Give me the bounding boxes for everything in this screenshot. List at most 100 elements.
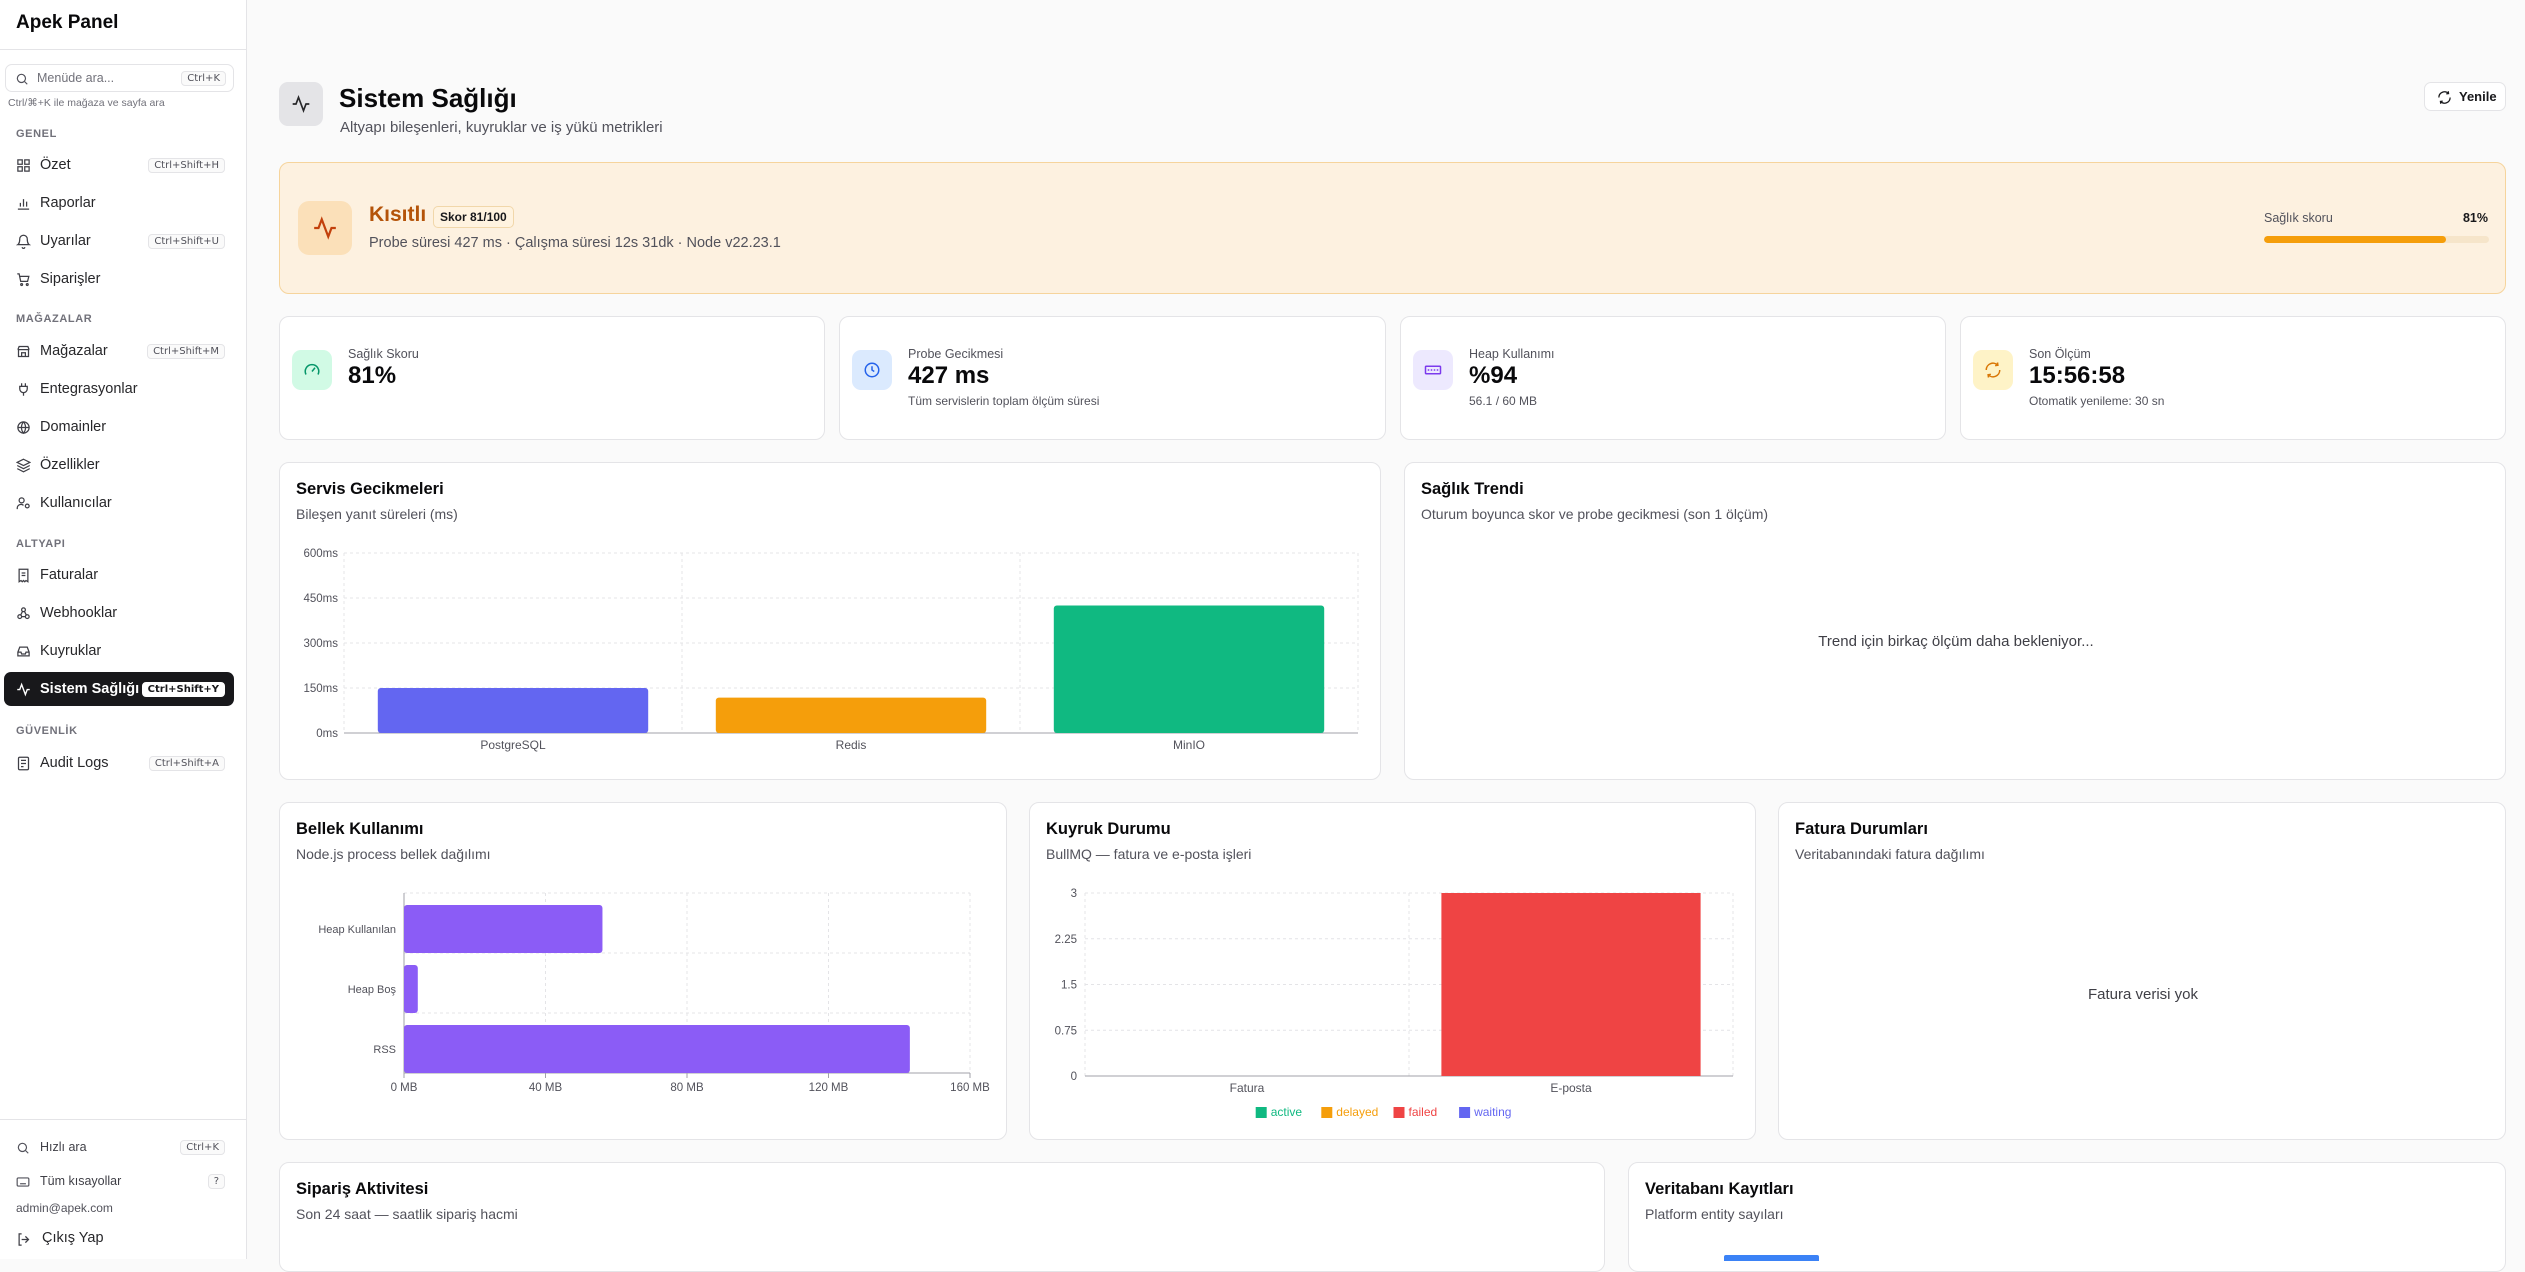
bar — [715, 697, 987, 733]
x-tick-label: 160 MB — [950, 1082, 990, 1094]
activity-icon — [314, 216, 336, 240]
bar — [1053, 605, 1325, 733]
refresh-icon — [1985, 362, 2001, 378]
y-tick-label: RSS — [373, 1044, 396, 1056]
sidebar-item-siparisler[interactable]: Siparişler — [4, 262, 234, 296]
y-tick-label: 600ms — [303, 548, 338, 560]
logout-button[interactable]: Çıkış Yap — [4, 1226, 234, 1252]
y-tick-label: 150ms — [303, 683, 338, 695]
x-tick-label: Fatura — [1230, 1081, 1265, 1095]
stat-icon-box — [1413, 350, 1453, 390]
sidebar-item-uyarilar[interactable]: Uyarılar Ctrl+Shift+U — [4, 224, 234, 258]
stat-value: 81% — [348, 362, 397, 389]
stat-card-heap: Heap Kullanımı %94 56.1 / 60 MB — [1400, 316, 1946, 440]
x-tick-label: PostgreSQL — [480, 738, 546, 752]
sidebar-item-label: Kuyruklar — [40, 643, 102, 659]
sidebar-item-entegrasyonlar[interactable]: Entegrasyonlar — [4, 372, 234, 406]
refresh-button[interactable]: Yenile — [2424, 82, 2506, 111]
quick-search-button[interactable]: Hızlı ara Ctrl+K — [4, 1135, 234, 1161]
sidebar-item-audit-logs[interactable]: Audit Logs Ctrl+Shift+A — [4, 746, 234, 780]
bar-segment — [1441, 893, 1701, 1076]
sidebar-item-label: Domainler — [40, 419, 107, 435]
sidebar-item-label: Raporlar — [40, 195, 96, 211]
x-tick-label: 0 MB — [391, 1082, 418, 1094]
y-tick-label: 0 — [1071, 1071, 1077, 1083]
store-icon — [17, 345, 30, 358]
search-shortcut: Ctrl+K — [181, 71, 226, 86]
sidebar-item-ozet[interactable]: Özet Ctrl+Shift+H — [4, 148, 234, 182]
invoice-empty-message: Fatura verisi yok — [2087, 986, 2199, 1003]
stat-card-health: Sağlık Skoru 81% — [279, 316, 825, 440]
card-queue-status: Kuyruk Durumu BullMQ — fatura ve e-posta… — [1029, 802, 1756, 1140]
sidebar-item-shortcut: Ctrl+Shift+U — [148, 234, 225, 249]
legend-label: active — [1271, 1105, 1303, 1119]
grid-icon — [17, 159, 30, 172]
group-label-genel: GENEL — [16, 128, 57, 140]
webhook-icon — [17, 607, 30, 620]
stat-value: 15:56:58 — [2029, 362, 2126, 389]
sidebar-item-webhooklar[interactable]: Webhooklar — [4, 596, 234, 630]
plug-icon — [19, 383, 28, 396]
stat-sub: Tüm servislerin toplam ölçüm süresi — [908, 394, 1100, 408]
sidebar-item-raporlar[interactable]: Raporlar — [4, 186, 234, 220]
user-email: admin@apek.com — [16, 1201, 113, 1215]
sidebar-item-sistem-sagligi[interactable]: Sistem Sağlığı Ctrl+Shift+Y — [4, 672, 234, 706]
bell-icon — [16, 234, 31, 249]
sidebar-item-magazalar[interactable]: Mağazalar Ctrl+Shift+M — [4, 334, 234, 368]
health-score-label: Sağlık skoru — [2264, 211, 2333, 225]
legend-swatch — [1255, 1107, 1267, 1118]
stat-icon-box — [1973, 350, 2013, 390]
sidebar-item-kuyruklar[interactable]: Kuyruklar — [4, 634, 234, 668]
y-tick-label: 1.5 — [1061, 980, 1077, 992]
stat-value: 427 ms — [908, 362, 990, 389]
health-score-fill — [2264, 236, 2447, 243]
stat-label: Heap Kullanımı — [1469, 347, 1555, 361]
bar — [377, 688, 649, 733]
card-memory-usage: Bellek Kullanımı Node.js process bellek … — [279, 802, 1007, 1140]
memory-usage-chart: 0 MB 40 MB 80 MB 120 MB 160 MB Heap Kullanıla… — [318, 892, 990, 1094]
x-tick-label: 120 MB — [809, 1082, 849, 1094]
sidebar-item-label: Mağazalar — [40, 343, 108, 359]
user-key-icon — [16, 497, 30, 510]
stat-label: Probe Gecikmesi — [908, 347, 1004, 361]
card-subtitle: Veritabanındaki fatura dağılımı — [1795, 846, 1985, 862]
status-meta: Probe süresi 427 ms · Çalışma süresi 12s… — [369, 235, 781, 251]
bar — [404, 965, 418, 1013]
health-status-banner: Kısıtlı Skor 81/100 Probe süresi 427 ms … — [279, 162, 2506, 294]
y-tick-label: 0ms — [316, 728, 338, 740]
sidebar-item-ozellikler[interactable]: Özellikler — [4, 448, 234, 482]
sidebar-item-label: Sistem Sağlığı — [40, 681, 140, 697]
status-icon-box — [298, 201, 352, 255]
trend-empty-message: Trend için birkaç ölçüm daha bekleniyor.… — [1818, 633, 2094, 650]
sidebar-item-faturalar[interactable]: Faturalar — [4, 558, 234, 592]
receipt-icon — [18, 568, 29, 583]
card-title: Sağlık Trendi — [1421, 480, 1524, 498]
menu-search-input[interactable]: Menüde ara... Ctrl+K — [5, 64, 234, 92]
sidebar-item-label: Uyarılar — [40, 233, 91, 249]
card-title: Fatura Durumları — [1795, 820, 1928, 838]
sidebar-item-kullanicilar[interactable]: Kullanıcılar — [4, 486, 234, 520]
keyboard-icon — [16, 1177, 30, 1187]
sidebar-item-shortcut: Ctrl+Shift+A — [148, 756, 225, 771]
search-icon — [16, 73, 28, 85]
quick-search-shortcut: Ctrl+K — [180, 1140, 225, 1155]
x-tick-label: MinIO — [1173, 738, 1205, 752]
stat-card-probe: Probe Gecikmesi 427 ms Tüm servislerin t… — [839, 316, 1386, 440]
card-db-records: Veritabanı Kayıtları Platform entity say… — [1628, 1162, 2506, 1272]
inbox-icon — [17, 646, 30, 657]
score-badge: Skor 81/100 — [433, 206, 514, 228]
all-shortcuts-key: ? — [207, 1174, 225, 1189]
all-shortcuts-button[interactable]: Tüm kısayollar ? — [4, 1169, 234, 1195]
sidebar-item-label: Kullanıcılar — [40, 495, 112, 511]
bar — [404, 1025, 910, 1073]
gauge-icon — [304, 363, 320, 375]
legend-label: delayed — [1336, 1105, 1378, 1119]
sidebar-item-shortcut: Ctrl+Shift+M — [147, 344, 225, 359]
status-label: Kısıtlı — [369, 203, 427, 226]
bar — [404, 905, 603, 953]
sidebar-item-shortcut: Ctrl+Shift+H — [148, 158, 225, 173]
stat-card-last-measure: Son Ölçüm 15:56:58 Otomatik yenileme: 30… — [1960, 316, 2506, 440]
stat-label: Son Ölçüm — [2029, 347, 2091, 361]
bar-chart-icon — [17, 199, 30, 210]
sidebar-item-domainler[interactable]: Domainler — [4, 410, 234, 444]
